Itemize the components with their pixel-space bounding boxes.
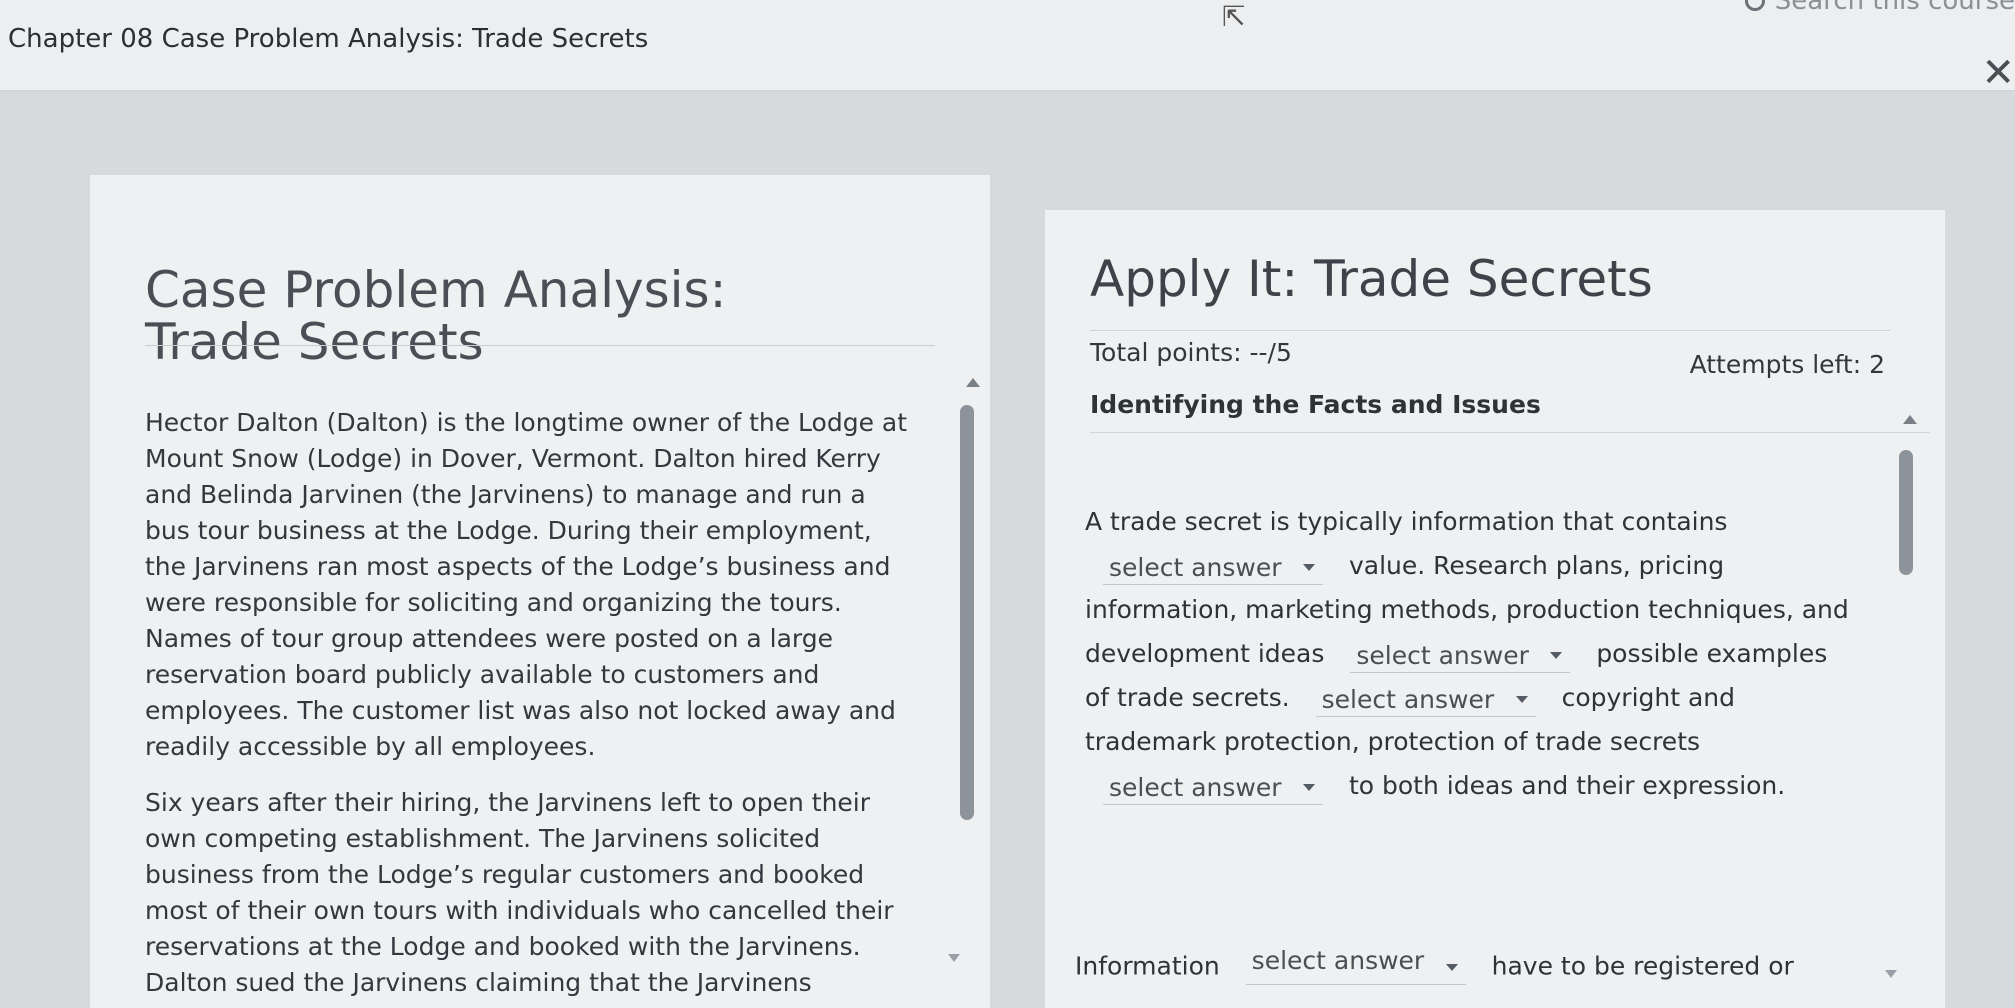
page: Chapter 08 Case Problem Analysis: Trade … bbox=[0, 0, 2015, 1008]
case-scrollbar-thumb[interactable] bbox=[960, 405, 974, 820]
question-text-segment: trademark protection, protection of trad… bbox=[1085, 727, 1701, 756]
question-text-segment: A trade secret is typically information … bbox=[1085, 507, 1728, 536]
chevron-down-icon bbox=[1550, 651, 1563, 659]
apply-title: Apply It: Trade Secrets bbox=[1090, 250, 1653, 308]
section-heading: Identifying the Facts and Issues bbox=[1090, 390, 1541, 419]
case-paragraph: Six years after their hiring, the Jarvin… bbox=[145, 788, 894, 1008]
scroll-up-icon[interactable] bbox=[1903, 415, 1917, 424]
question-text-segment: copyright and bbox=[1561, 683, 1736, 712]
divider bbox=[1090, 330, 1890, 331]
case-panel: Case Problem Analysis: Trade Secrets Hec… bbox=[90, 175, 990, 1008]
attempts-left: Attempts left: 2 bbox=[1689, 350, 1885, 379]
chevron-down-icon bbox=[1445, 964, 1458, 971]
question-text: A trade secret is typically information … bbox=[1085, 500, 1885, 808]
search-icon[interactable] bbox=[1744, 0, 1765, 11]
dropdown-value: select answer bbox=[1321, 684, 1495, 714]
case-title: Case Problem Analysis: Trade Secrets bbox=[145, 260, 727, 371]
case-paragraph: Hector Dalton (Dalton) is the longtime o… bbox=[145, 408, 908, 761]
chevron-down-icon bbox=[1303, 783, 1315, 791]
total-points: Total points: --/5 bbox=[1090, 338, 1292, 367]
scroll-up-icon[interactable] bbox=[966, 378, 980, 387]
question-text-segment: possible examples bbox=[1596, 639, 1828, 668]
question-text-segment: have to be registered or bbox=[1491, 951, 1794, 981]
search-label[interactable]: Search this course bbox=[1775, 0, 2015, 16]
dropdown-value: select answer bbox=[1109, 552, 1282, 582]
question-panel: Apply It: Trade Secrets Total points: --… bbox=[1045, 210, 1945, 1008]
question-text-segment: to both ideas and their expression. bbox=[1348, 771, 1786, 800]
answer-dropdown-1[interactable]: select answer bbox=[1103, 550, 1323, 585]
top-bar: Chapter 08 Case Problem Analysis: Trade … bbox=[0, 0, 2015, 96]
question-text-segment: of trade secrets. bbox=[1085, 683, 1290, 712]
close-icon[interactable]: ✕ bbox=[1981, 50, 2015, 96]
question-scrollbar-thumb[interactable] bbox=[1899, 450, 1913, 575]
case-text: Hector Dalton (Dalton) is the longtime o… bbox=[145, 405, 915, 1008]
dropdown-value: select answer bbox=[1356, 640, 1529, 670]
chevron-down-icon bbox=[1515, 695, 1528, 703]
scroll-down-icon[interactable] bbox=[1885, 970, 1897, 978]
mouse-cursor-icon: ⇱ bbox=[1222, 0, 1246, 33]
question-text-segment: value. Research plans, pricing bbox=[1348, 551, 1725, 580]
question-text-segment: development ideas bbox=[1085, 639, 1325, 668]
search-box[interactable]: Search this course bbox=[1744, 0, 2015, 16]
answer-dropdown-4[interactable]: select answer bbox=[1103, 770, 1323, 805]
divider bbox=[145, 345, 935, 346]
answer-dropdown-5[interactable]: select answer bbox=[1245, 946, 1466, 985]
scroll-down-icon[interactable] bbox=[948, 954, 960, 962]
answer-dropdown-2[interactable]: select answer bbox=[1350, 638, 1571, 673]
dropdown-value: select answer bbox=[1251, 946, 1425, 975]
answer-dropdown-3[interactable]: select answer bbox=[1315, 682, 1536, 717]
chapter-title: Chapter 08 Case Problem Analysis: Trade … bbox=[8, 24, 649, 54]
chevron-down-icon bbox=[1303, 563, 1315, 571]
question-2-text: Information select answer have to be reg… bbox=[1075, 946, 1895, 985]
divider bbox=[1090, 432, 1930, 433]
question-text-segment: Information bbox=[1075, 951, 1220, 981]
question-text-segment: information, marketing methods, producti… bbox=[1085, 595, 1849, 624]
dropdown-value: select answer bbox=[1109, 772, 1282, 802]
